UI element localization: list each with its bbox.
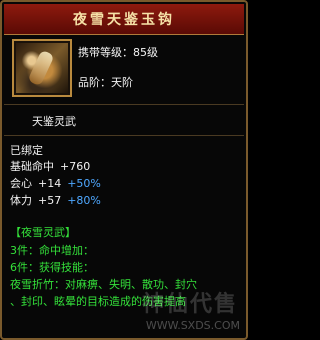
title-bar: 夜雪天鉴玉钩 (4, 4, 244, 35)
item-title: 夜雪天鉴玉钩 (73, 12, 175, 28)
set-bonus-line: 3件：命中增加： (10, 244, 94, 257)
bound-status: 已绑定 (10, 144, 43, 157)
stat-bonus: +50% (67, 177, 101, 190)
set-bonus-line: 6件：获得技能： (10, 261, 94, 274)
stat-value: +760 (60, 160, 91, 173)
carry-level: 携带等级：85级 (78, 46, 158, 59)
stat-value: +14 (38, 177, 62, 190)
item-grade: 品阶：天阶 (78, 76, 133, 89)
stat-row-crit: 会心 +14 +50% (10, 175, 101, 191)
divider-top (4, 104, 244, 105)
weapon-gleam (27, 49, 55, 87)
set-title: 【夜雪灵武】 (10, 226, 76, 239)
item-icon-frame[interactable] (12, 39, 72, 97)
stat-bonus: +80% (67, 194, 101, 207)
stat-row-stamina: 体力 +57 +80% (10, 192, 101, 208)
stat-value: +57 (38, 194, 62, 207)
divider-bottom (4, 135, 244, 136)
stat-name: 会心 (10, 177, 32, 190)
stat-row-hit: 基础命中 +760 (10, 158, 90, 174)
item-tooltip: 夜雪天鉴玉钩 携带等级：85级 品阶：天阶 天鉴灵武 已绑定 基础命中 +760 … (0, 0, 248, 340)
watermark-brand: 神仙代售 (141, 292, 238, 317)
watermark-site: WWW.SXDS.COM (145, 319, 240, 332)
stat-name: 体力 (10, 194, 32, 207)
item-category: 天鉴灵武 (32, 115, 76, 128)
stat-name: 基础命中 (10, 160, 54, 173)
jade-hook-weapon-icon (16, 43, 68, 93)
